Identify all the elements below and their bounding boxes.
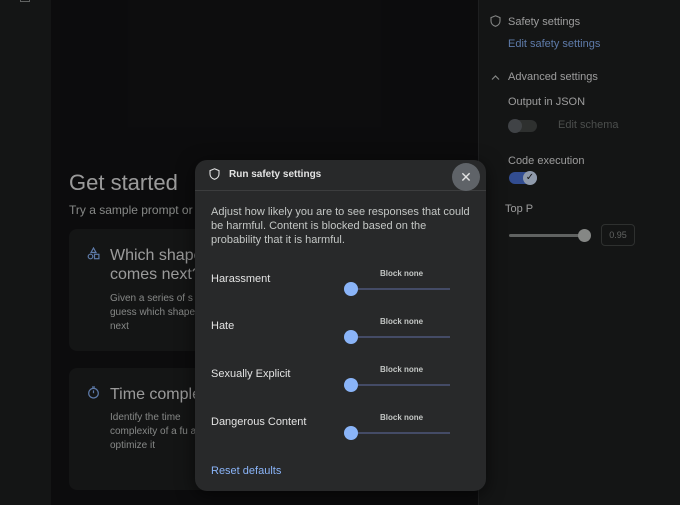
harassment-level: Block none: [380, 269, 424, 278]
run-settings-panel: Safety settings Edit safety settings Adv…: [478, 0, 680, 505]
sample-prompt-text: Try a sample prompt or: [69, 203, 193, 217]
dangerous-content-slider-thumb[interactable]: [344, 426, 358, 440]
harassment-slider-track[interactable]: [352, 288, 450, 290]
toggle-knob: [508, 119, 522, 133]
sexually-explicit-label: Sexually Explicit: [211, 368, 291, 380]
top-p-slider-thumb[interactable]: [578, 229, 591, 242]
check-icon: ✓: [523, 171, 537, 185]
dialog-header: Run safety settings ✕: [195, 160, 486, 191]
rail-icon[interactable]: [20, 0, 30, 2]
advanced-settings-label[interactable]: Advanced settings: [508, 71, 598, 83]
harassment-slider-thumb[interactable]: [344, 282, 358, 296]
output-json-label: Output in JSON: [508, 96, 586, 108]
dangerous-content-level: Block none: [380, 413, 424, 422]
dialog-title: Run safety settings: [229, 169, 322, 180]
safety-settings-label: Safety settings: [508, 16, 581, 28]
hate-level: Block none: [380, 317, 424, 326]
sexually-explicit-level: Block none: [380, 365, 424, 374]
page-title: Get started: [69, 170, 178, 195]
top-p-value-input[interactable]: 0.95: [601, 224, 635, 246]
edit-safety-settings-link[interactable]: Edit safety settings: [508, 38, 600, 50]
harassment-label: Harassment: [211, 273, 271, 285]
safety-settings-dialog: Run safety settings ✕ Adjust how likely …: [195, 160, 486, 491]
close-icon: ✕: [460, 169, 472, 185]
edit-schema-button[interactable]: Edit schema: [558, 119, 619, 131]
shield-icon: [490, 15, 501, 30]
dialog-description: Adjust how likely you are to see respons…: [211, 206, 470, 246]
top-p-label: Top P: [505, 203, 534, 215]
hate-slider-thumb[interactable]: [344, 330, 358, 344]
close-button[interactable]: ✕: [452, 163, 480, 191]
hate-label: Hate: [211, 320, 235, 332]
output-json-toggle[interactable]: [508, 119, 537, 133]
dangerous-content-slider-track[interactable]: [352, 432, 450, 434]
top-p-slider-track[interactable]: [509, 234, 585, 237]
sexually-explicit-slider-thumb[interactable]: [344, 378, 358, 392]
shield-icon: [209, 168, 220, 183]
code-execution-toggle[interactable]: ✓: [509, 171, 537, 185]
hate-slider-track[interactable]: [352, 336, 450, 338]
reset-defaults-button[interactable]: Reset defaults: [211, 465, 281, 477]
dangerous-content-label: Dangerous Content: [211, 416, 307, 428]
code-execution-label: Code execution: [508, 155, 585, 167]
left-rail: [0, 0, 51, 505]
chevron-up-icon[interactable]: [491, 72, 500, 84]
sexually-explicit-slider-track[interactable]: [352, 384, 450, 386]
timer-icon: [87, 386, 100, 402]
shapes-icon: [87, 246, 100, 263]
